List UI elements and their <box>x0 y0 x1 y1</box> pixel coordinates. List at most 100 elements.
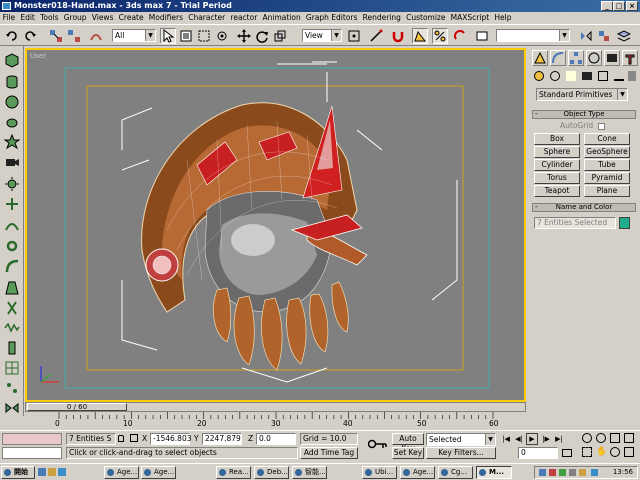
go-to-end-icon[interactable]: ▶| <box>553 434 565 444</box>
modifier-taper-tool[interactable] <box>4 280 20 296</box>
scale-button[interactable] <box>272 28 288 44</box>
menu-customize[interactable]: Customize <box>404 12 449 24</box>
menu-tools[interactable]: Tools <box>37 12 61 24</box>
taskbar-item-3[interactable]: Rea... <box>216 466 251 479</box>
move-button[interactable] <box>236 28 252 44</box>
tray-ime-icon[interactable] <box>579 469 586 476</box>
pan-hand-icon[interactable]: ✋ <box>596 447 607 457</box>
cone-button[interactable]: Cone <box>584 133 630 145</box>
mirror-button[interactable] <box>578 28 594 44</box>
snaps-toggle-button[interactable] <box>390 28 406 44</box>
go-to-start-icon[interactable]: |◀ <box>500 434 512 444</box>
layer-manager-button[interactable] <box>616 28 632 44</box>
menu-views[interactable]: Views <box>89 12 116 24</box>
region-select-button[interactable] <box>196 28 212 44</box>
taskbar-item-6[interactable]: Ubi... <box>362 466 397 479</box>
rotate-button[interactable] <box>254 28 270 44</box>
align-button[interactable] <box>596 28 612 44</box>
zoom-icon[interactable] <box>582 433 592 443</box>
add-time-tag-button[interactable]: Add Time Tag <box>300 447 358 459</box>
close-button[interactable]: × <box>626 1 638 11</box>
create-star-tool[interactable] <box>3 133 21 150</box>
tray-network-icon[interactable] <box>539 469 546 476</box>
object-name-field[interactable]: 7 Entities Selected <box>534 217 616 229</box>
modifier-ffd-tool[interactable] <box>4 380 20 396</box>
maxscript-input[interactable] <box>2 447 62 459</box>
pyramid-button[interactable]: Pyramid <box>584 172 630 184</box>
zoom-all-icon[interactable] <box>596 433 606 443</box>
maxscript-listener[interactable] <box>2 433 62 445</box>
teapot-button[interactable]: Teapot <box>534 185 580 197</box>
redo-button[interactable] <box>22 28 38 44</box>
taskbar-item-5[interactable]: 智能... <box>292 466 327 479</box>
box-button[interactable]: Box <box>534 133 580 145</box>
select-by-name-button[interactable] <box>178 28 194 44</box>
region-zoom-icon[interactable] <box>582 447 592 457</box>
create-helper-tool[interactable] <box>4 196 20 212</box>
x-coordinate-field[interactable]: -1546.803 <box>150 433 192 445</box>
z-coordinate-field[interactable]: 0.0 <box>256 433 296 445</box>
arc-rotate-icon[interactable] <box>610 447 620 457</box>
create-box-tool[interactable] <box>4 52 20 68</box>
geosphere-button[interactable]: GeoSphere <box>584 146 630 158</box>
menu-edit[interactable]: Edit <box>18 12 38 24</box>
spinner-snap-button[interactable] <box>452 28 468 44</box>
create-system-tool[interactable] <box>4 238 20 254</box>
lock-selection-icon[interactable] <box>118 435 124 442</box>
create-spacewarp-tool[interactable] <box>4 218 20 234</box>
menu-help[interactable]: Help <box>492 12 514 24</box>
create-cylinder-tool[interactable] <box>4 74 20 90</box>
named-selection-dropdown[interactable]: ▼ <box>496 29 570 42</box>
cameras-icon[interactable] <box>582 72 592 80</box>
object-type-rollout-header[interactable]: - Object Type <box>532 110 636 119</box>
create-tab[interactable] <box>532 50 548 66</box>
systems-icon[interactable] <box>628 71 636 81</box>
modifier-lattice-tool[interactable] <box>4 360 20 376</box>
spacewarps-icon[interactable] <box>614 71 624 81</box>
set-key-button[interactable]: Set Key <box>392 447 424 459</box>
primitive-type-dropdown[interactable]: Standard Primitives ▼ <box>536 88 628 101</box>
create-teapot-tool[interactable] <box>4 114 20 130</box>
bind-space-warp-button[interactable] <box>88 28 104 44</box>
time-config-icon[interactable] <box>562 449 572 457</box>
key-mode-dropdown[interactable]: Selected ▼ <box>426 433 496 446</box>
perspective-viewport[interactable]: User <box>25 48 526 402</box>
hierarchy-tab[interactable] <box>568 50 584 66</box>
reference-coordinate-dropdown[interactable]: View ▼ <box>302 29 342 42</box>
menu-create[interactable]: Create <box>116 12 146 24</box>
taskbar-item-7[interactable]: Age... <box>400 466 435 479</box>
tray-app-icon[interactable] <box>559 469 566 476</box>
tray-volume-icon[interactable] <box>569 469 576 476</box>
geometry-icon[interactable] <box>534 71 544 81</box>
menu-file[interactable]: File <box>0 12 18 24</box>
select-object-button[interactable] <box>160 28 176 44</box>
modifier-stretch-tool[interactable] <box>4 340 20 356</box>
menu-group[interactable]: Group <box>61 12 89 24</box>
selection-filter-dropdown[interactable]: All ▼ <box>112 29 156 42</box>
lights-icon[interactable] <box>566 71 576 81</box>
plane-button[interactable]: Plane <box>584 185 630 197</box>
absolute-mode-icon[interactable] <box>130 434 138 442</box>
object-color-swatch[interactable] <box>619 217 630 229</box>
play-icon[interactable]: ▶ <box>526 433 538 445</box>
quicklaunch-folder-icon[interactable] <box>48 468 56 476</box>
unlink-button[interactable] <box>66 28 82 44</box>
tube-button[interactable]: Tube <box>584 159 630 171</box>
motion-tab[interactable] <box>586 50 602 66</box>
modifier-bend-tool[interactable] <box>4 258 20 274</box>
cylinder-button[interactable]: Cylinder <box>534 159 580 171</box>
taskbar-item-8[interactable]: Cg... <box>438 466 473 479</box>
zoom-extents-icon[interactable] <box>610 433 620 443</box>
zoom-extents-all-icon[interactable] <box>624 433 634 443</box>
next-frame-icon[interactable]: |▶ <box>540 434 552 444</box>
menu-rendering[interactable]: Rendering <box>360 12 404 24</box>
create-camera-tool[interactable] <box>4 154 20 170</box>
taskbar-item-active[interactable]: M... <box>476 466 512 479</box>
shapes-icon[interactable] <box>550 71 560 81</box>
torus-button[interactable]: Torus <box>534 172 580 184</box>
quicklaunch-ie-icon[interactable] <box>38 468 46 476</box>
select-and-manipulate-button[interactable] <box>368 28 384 44</box>
autogrid-checkbox[interactable] <box>598 123 605 130</box>
track-bar[interactable]: 0 10 20 30 40 50 60 <box>25 412 526 430</box>
current-frame-field[interactable]: 0 <box>518 447 558 459</box>
